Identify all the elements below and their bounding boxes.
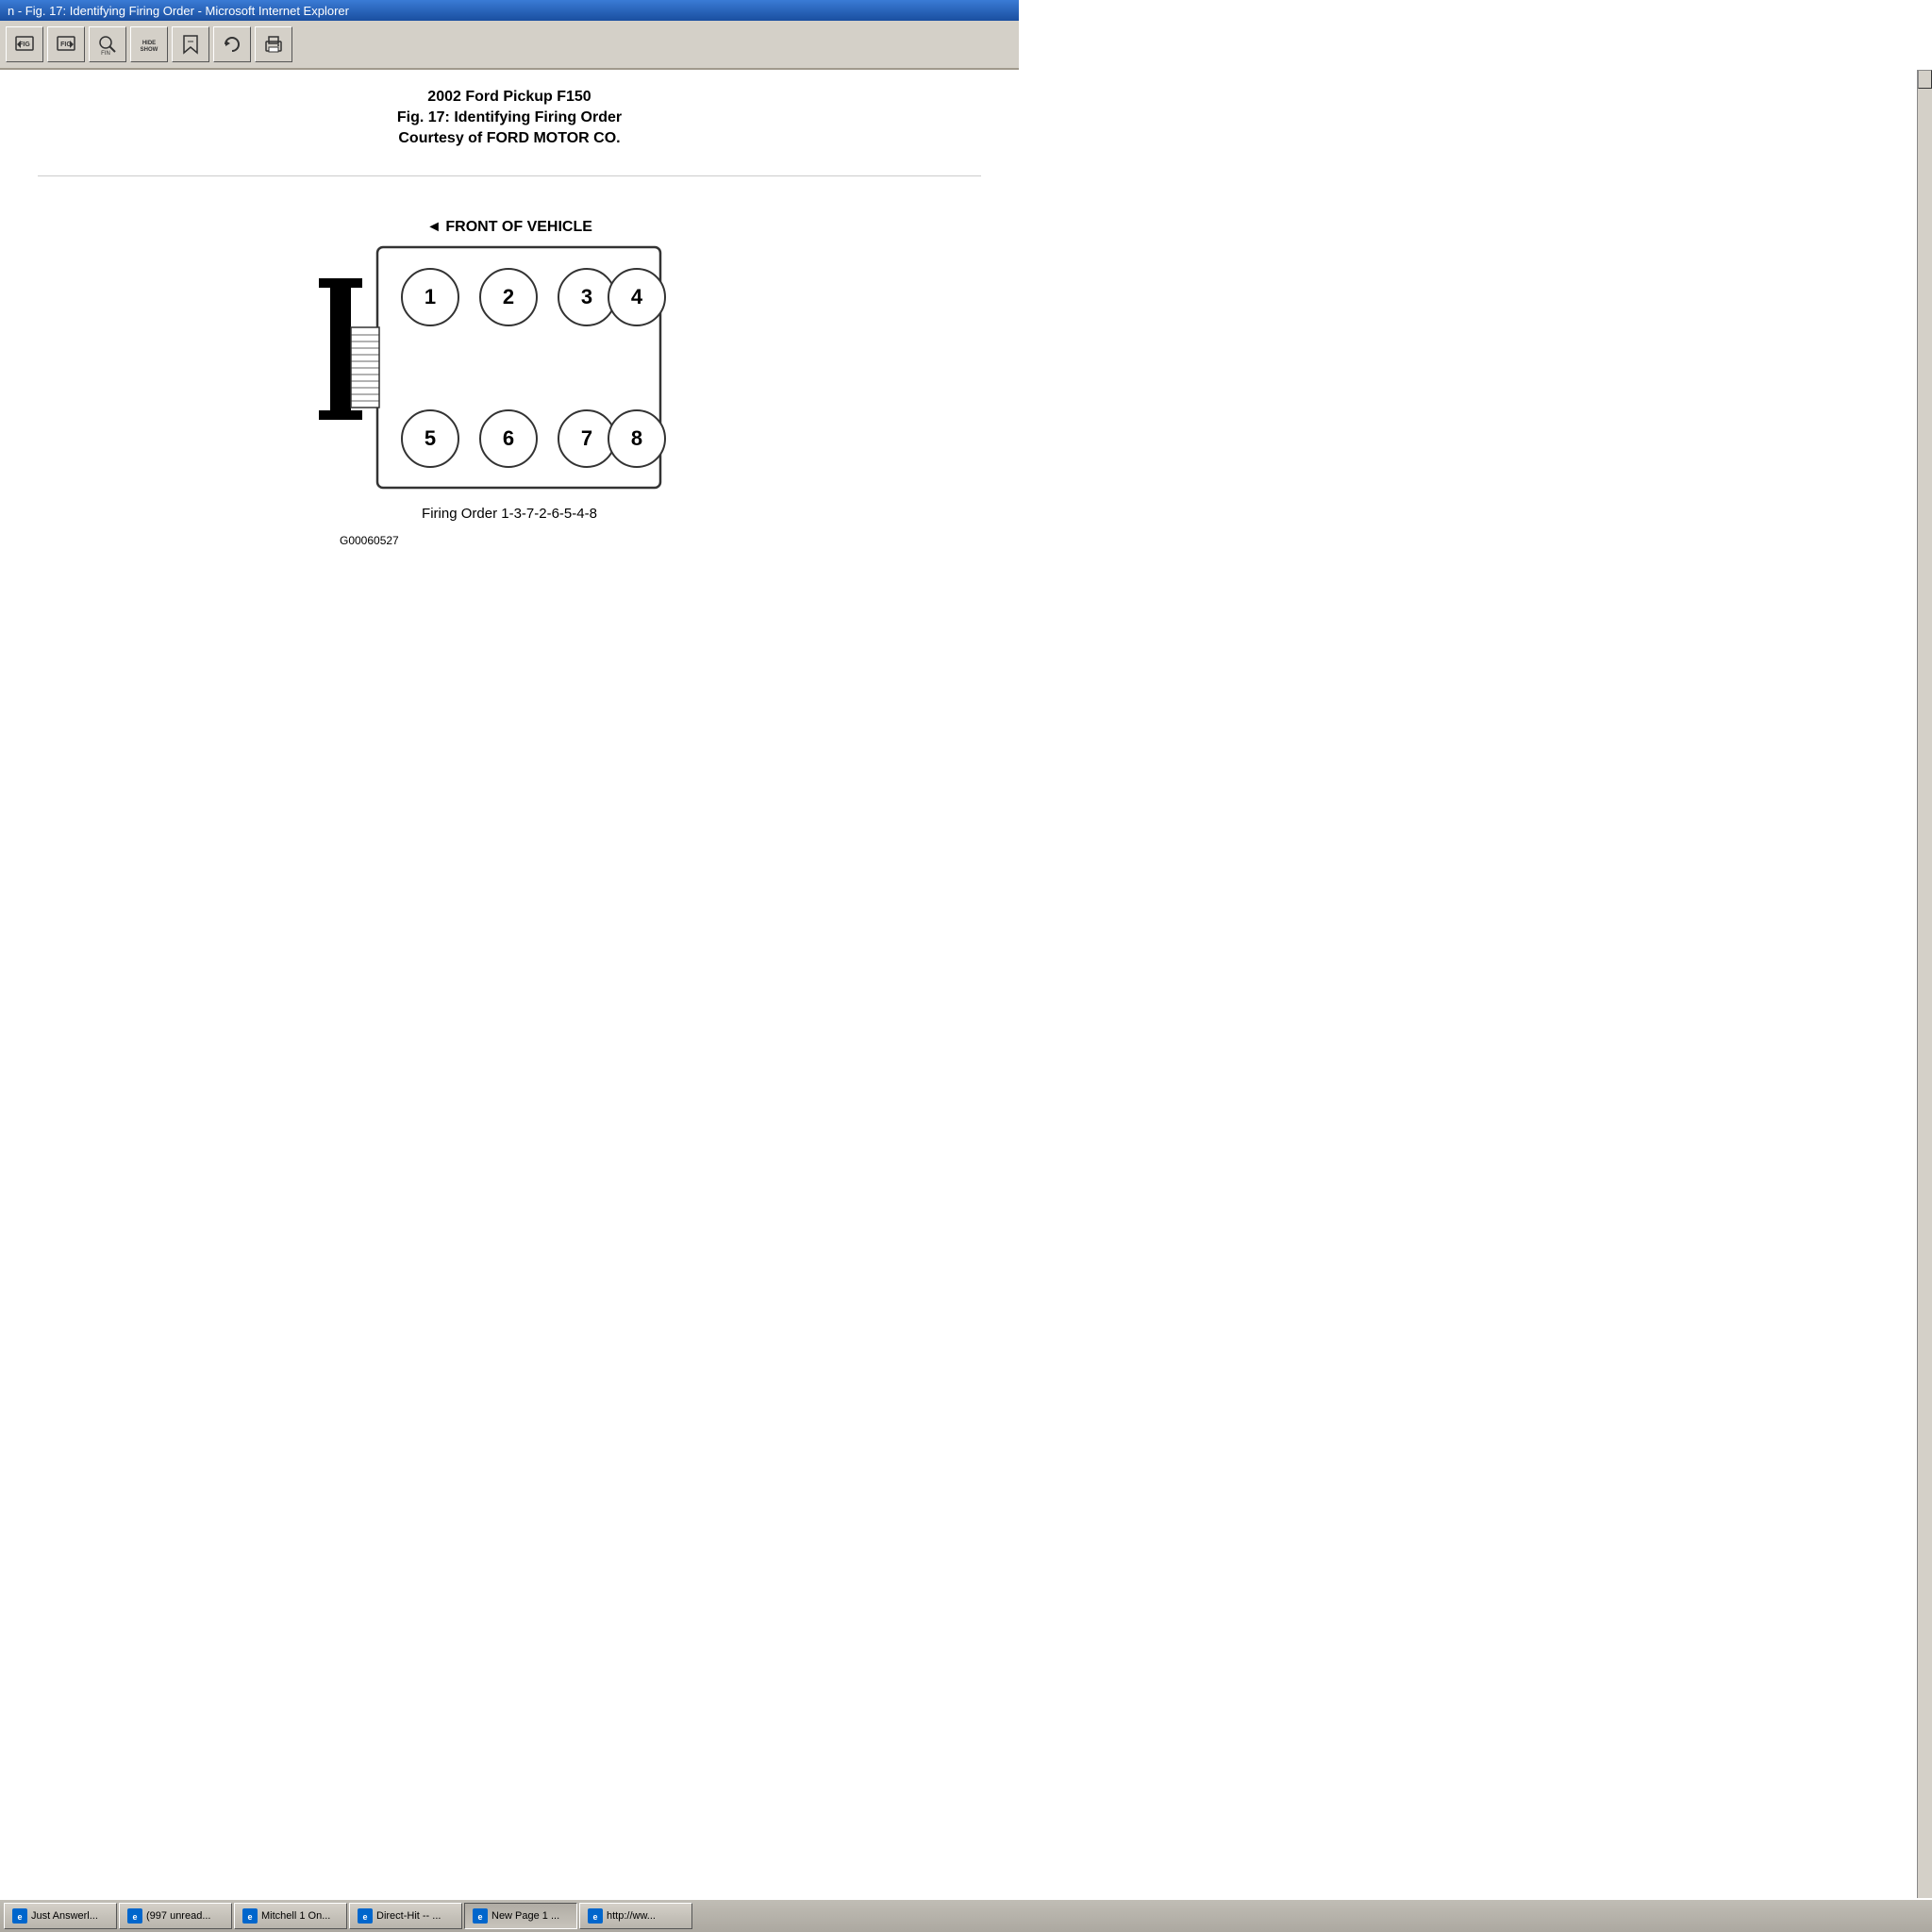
taskbar-item-newpage[interactable]: e New Page 1 ...	[464, 1903, 577, 1929]
taskbar-ie-icon-5: e	[473, 1908, 488, 1924]
title-bar: n - Fig. 17: Identifying Firing Order - …	[0, 0, 1019, 21]
taskbar-item-997unread[interactable]: e (997 unread...	[119, 1903, 232, 1929]
taskbar-item-directhit[interactable]: e Direct-Hit -- ...	[349, 1903, 462, 1929]
header-divider	[38, 175, 981, 176]
front-label: ◄ FRONT OF VEHICLE	[426, 219, 592, 235]
content-area: 2002 Ford Pickup F150 Fig. 17: Identifyi…	[0, 70, 1019, 985]
fig-title: Fig. 17: Identifying Firing Order	[38, 109, 981, 126]
taskbar-item-mitchell[interactable]: e Mitchell 1 On...	[234, 1903, 347, 1929]
cylinder-7-label: 7	[581, 426, 592, 450]
taskbar-item-label-1: Just Answerl...	[31, 1910, 98, 1922]
taskbar-ie-icon-3: e	[242, 1908, 258, 1924]
vehicle-title: 2002 Ford Pickup F150	[38, 89, 981, 106]
hide-show-icon: HIDE SHOW	[139, 34, 159, 55]
cylinder-8-label: 8	[631, 426, 642, 450]
pulley-body	[351, 327, 379, 408]
find-icon: FIN	[97, 34, 118, 55]
taskbar-item-label-4: Direct-Hit -- ...	[376, 1910, 441, 1922]
page-header: 2002 Ford Pickup F150 Fig. 17: Identifyi…	[38, 89, 981, 147]
svg-text:FIN: FIN	[101, 51, 110, 55]
taskbar-item-justanswer[interactable]: e Just Answerl...	[4, 1903, 117, 1929]
print-icon	[263, 34, 284, 55]
firing-order-text: Firing Order 1-3-7-2-6-5-4-8	[422, 506, 597, 522]
svg-text:e: e	[477, 1912, 482, 1922]
taskbar-ie-icon-2: e	[127, 1908, 142, 1924]
part-number: G00060527	[340, 534, 399, 547]
refresh-button[interactable]	[213, 26, 251, 62]
svg-text:e: e	[247, 1912, 252, 1922]
svg-text:HIDE: HIDE	[142, 41, 156, 46]
diagram-container: ◄ FRONT OF VEHICLE	[38, 195, 981, 554]
taskbar-item-label-6: http://ww...	[607, 1910, 656, 1922]
bookmark-icon	[180, 34, 201, 55]
scroll-thumb[interactable]	[1918, 70, 1932, 89]
taskbar-ie-icon-4: e	[358, 1908, 373, 1924]
bookmark-button[interactable]	[172, 26, 209, 62]
next-fig-icon: FIG	[56, 34, 76, 55]
scrollbar[interactable]	[1917, 70, 1932, 1898]
cylinder-1-label: 1	[425, 285, 436, 308]
firing-order-diagram: ◄ FRONT OF VEHICLE	[245, 195, 774, 554]
next-fig-button[interactable]: FIG	[47, 26, 85, 62]
prev-fig-icon: FIG	[14, 34, 35, 55]
refresh-icon	[222, 34, 242, 55]
cylinder-3-label: 3	[581, 285, 592, 308]
title-bar-text: n - Fig. 17: Identifying Firing Order - …	[8, 4, 349, 18]
prev-fig-button[interactable]: FIG	[6, 26, 43, 62]
taskbar-ie-icon-1: e	[12, 1908, 27, 1924]
taskbar-item-label-5: New Page 1 ...	[491, 1910, 559, 1922]
svg-text:e: e	[17, 1912, 22, 1922]
cylinder-4-label: 4	[631, 285, 643, 308]
cylinder-2-label: 2	[503, 285, 514, 308]
taskbar-item-label-3: Mitchell 1 On...	[261, 1910, 330, 1922]
print-button[interactable]	[255, 26, 292, 62]
crank-arm-bottom	[319, 410, 362, 420]
find-button[interactable]: FIN	[89, 26, 126, 62]
taskbar-item-label-2: (997 unread...	[146, 1910, 211, 1922]
toolbar: FIG FIG FIN HIDE SHOW	[0, 21, 1019, 70]
crank-bar	[330, 278, 351, 420]
hide-show-button[interactable]: HIDE SHOW	[130, 26, 168, 62]
svg-text:e: e	[132, 1912, 137, 1922]
svg-text:e: e	[362, 1912, 367, 1922]
taskbar-item-http[interactable]: e http://ww...	[579, 1903, 692, 1929]
taskbar-ie-icon-6: e	[588, 1908, 603, 1924]
taskbar: e Just Answerl... e (997 unread... e Mit…	[0, 1898, 1932, 1932]
cylinder-6-label: 6	[503, 426, 514, 450]
svg-text:SHOW: SHOW	[141, 47, 158, 53]
cylinder-5-label: 5	[425, 426, 436, 450]
svg-text:e: e	[592, 1912, 597, 1922]
courtesy-text: Courtesy of FORD MOTOR CO.	[38, 130, 981, 147]
crank-arm-top	[319, 278, 362, 288]
